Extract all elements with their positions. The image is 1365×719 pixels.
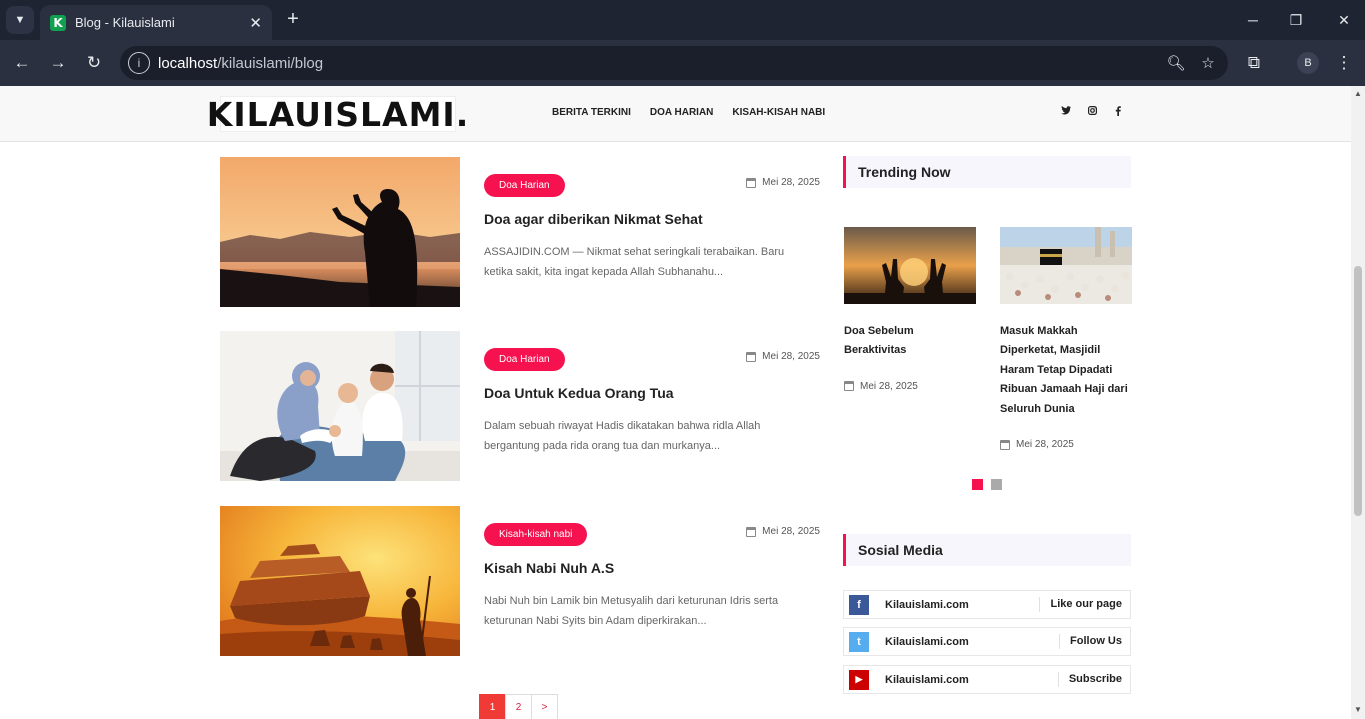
nav-doa-harian[interactable]: DOA HARIAN [650,107,714,118]
site-logo[interactable]: KILAUISLAMI. [207,95,468,134]
carousel-dot-1[interactable] [972,479,983,490]
social-row-twitter[interactable]: t Kilauislami.com Follow Us [843,627,1131,656]
browser-tab[interactable]: K Blog - Kilauislami ✕ [40,5,272,40]
post-date: Mei 28, 2025 [746,177,820,188]
trending-date: Mei 28, 2025 [1000,439,1132,450]
follow-us-link[interactable]: Follow Us [1059,634,1130,649]
calendar-icon [1000,439,1010,450]
social-row-youtube[interactable]: ▶ Kilauislami.com Subscribe [843,665,1131,694]
menu-kebab-icon[interactable]: ⋮ [1332,51,1356,75]
tab-title: Blog - Kilauislami [75,15,175,30]
youtube-icon: ▶ [849,669,869,690]
post-title[interactable]: Kisah Nabi Nuh A.S [484,560,614,576]
zoom-icon[interactable]: 🔍︎ [1164,51,1188,75]
carousel-dot-2[interactable] [991,479,1002,490]
post-card[interactable]: Kisah-kisah nabi Mei 28, 2025 Kisah Nabi… [220,506,820,656]
post-date: Mei 28, 2025 [746,351,820,362]
post-title[interactable]: Doa Untuk Kedua Orang Tua [484,385,674,401]
social-name: Kilauislami.com [885,598,969,611]
site-header: KILAUISLAMI. BERITA TERKINI DOA HARIAN K… [0,86,1351,142]
favicon-icon: K [50,14,66,31]
nav-kisah-kisah-nabi[interactable]: KISAH-KISAH NABI [732,107,825,118]
post-excerpt: Dalam sebuah riwayat Hadis dikatakan bah… [484,420,761,452]
post-thumbnail-ark[interactable] [220,506,460,656]
back-button[interactable]: ← [10,51,34,75]
trending-thumbnail-kaaba[interactable] [1000,227,1132,304]
post-excerpt: ASSAJIDIN.COM — Nikmat sehat seringkali … [484,246,785,278]
post-title[interactable]: Doa agar diberikan Nikmat Sehat [484,211,703,227]
bookmark-star-icon[interactable]: ☆ [1196,51,1220,75]
nav-berita-terkini[interactable]: BERITA TERKINI [552,107,631,118]
chevron-down-icon: ▼ [14,14,26,26]
facebook-icon[interactable] [1112,106,1124,119]
page-viewport: KILAUISLAMI. BERITA TERKINI DOA HARIAN K… [0,86,1351,719]
category-badge[interactable]: Doa Harian [484,174,565,197]
post-thumbnail-family[interactable] [220,331,460,481]
twitter-icon[interactable] [1060,106,1072,119]
browser-tab-bar: ▼ K Blog - Kilauislami ✕ + ─ ❐ ✕ [0,0,1365,40]
browser-toolbar: ← → ↻ i localhost/kilauislami/blog 🔍︎ ☆ … [0,40,1365,86]
close-tab-icon[interactable]: ✕ [249,14,262,32]
header-social-links [1060,106,1124,119]
forward-button[interactable]: → [46,51,70,75]
post-thumbnail-prayer-sunset[interactable] [220,157,460,307]
site-info-icon[interactable]: i [128,52,150,74]
main-nav: BERITA TERKINI DOA HARIAN KISAH-KISAH NA… [552,107,825,118]
trending-title[interactable]: Masuk Makkah Diperketat, Masjidil Haram … [1000,322,1132,419]
trending-date: Mei 28, 2025 [844,381,976,392]
scroll-down-icon[interactable]: ▼ [1354,706,1362,714]
social-row-facebook[interactable]: f Kilauislami.com Like our page [843,590,1131,619]
social-name: Kilauislami.com [885,673,969,686]
page-1-button[interactable]: 1 [479,694,506,719]
category-badge[interactable]: Doa Harian [484,348,565,371]
restore-button[interactable]: ❐ [1284,8,1308,32]
pagination: 1 2 > [479,694,558,719]
trending-thumbnail-prayer-hands[interactable] [844,227,976,304]
close-window-button[interactable]: ✕ [1332,8,1356,32]
tab-search-button[interactable]: ▼ [6,6,34,34]
calendar-icon [746,177,757,188]
minimize-button[interactable]: ─ [1241,8,1265,32]
social-widget-title: Sosial Media [843,534,1131,566]
calendar-icon [746,351,757,362]
trending-item[interactable]: Doa Sebelum Beraktivitas Mei 28, 2025 [844,227,976,392]
trending-item[interactable]: Masuk Makkah Diperketat, Masjidil Haram … [1000,227,1132,450]
like-page-link[interactable]: Like our page [1039,597,1130,612]
profile-avatar[interactable]: B [1297,52,1319,74]
social-name: Kilauislami.com [885,635,969,648]
calendar-icon [844,381,854,392]
post-excerpt: Nabi Nuh bin Lamik bin Metusyalih dari k… [484,595,779,627]
url-text[interactable]: localhost/kilauislami/blog [158,55,1164,72]
instagram-icon[interactable] [1086,106,1098,119]
new-tab-button[interactable]: + [282,8,304,30]
subscribe-link[interactable]: Subscribe [1057,672,1130,687]
scroll-up-icon[interactable]: ▲ [1354,90,1362,98]
carousel-dots [972,479,1002,490]
trending-widget-title: Trending Now [843,156,1131,188]
page-scrollbar[interactable]: ▲ ▼ [1351,86,1365,719]
page-2-button[interactable]: 2 [505,694,532,719]
address-bar[interactable]: i localhost/kilauislami/blog 🔍︎ ☆ [120,46,1228,80]
post-date: Mei 28, 2025 [746,526,820,537]
scroll-thumb[interactable] [1354,266,1362,516]
facebook-icon: f [849,594,869,615]
post-card[interactable]: Doa Harian Mei 28, 2025 Doa agar diberik… [220,157,820,307]
extensions-icon[interactable]: ⧉ [1242,51,1266,75]
category-badge[interactable]: Kisah-kisah nabi [484,523,588,546]
twitter-icon: t [849,631,869,652]
post-card[interactable]: Doa Harian Mei 28, 2025 Doa Untuk Kedua … [220,331,820,481]
trending-title[interactable]: Doa Sebelum Beraktivitas [844,322,976,361]
next-page-button[interactable]: > [531,694,558,719]
calendar-icon [746,526,757,537]
reload-button[interactable]: ↻ [82,51,106,75]
